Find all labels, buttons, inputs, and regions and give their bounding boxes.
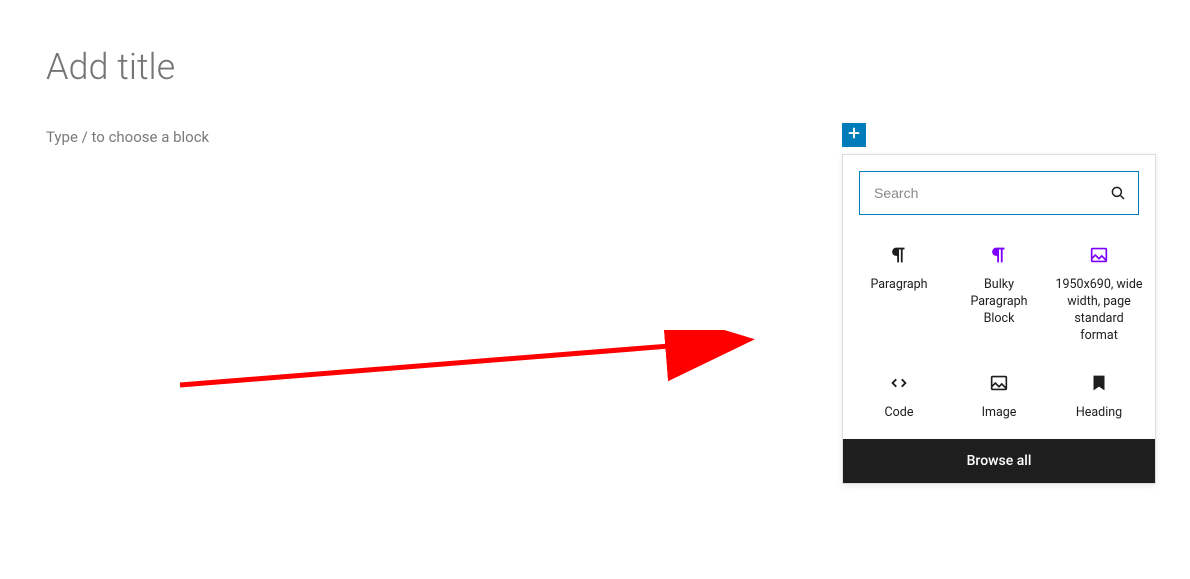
- block-label: Code: [885, 405, 914, 422]
- pilcrow-icon: [887, 243, 911, 267]
- bookmark-icon: [1087, 371, 1111, 395]
- image-icon: [1087, 243, 1111, 267]
- pilcrow-icon: [987, 243, 1011, 267]
- block-label: Image: [982, 405, 1017, 422]
- browse-all-button[interactable]: Browse all: [843, 439, 1155, 483]
- title-input[interactable]: [46, 46, 746, 88]
- block-item[interactable]: Image: [949, 359, 1049, 432]
- block-item[interactable]: 1950x690, wide width, page standard form…: [1049, 231, 1149, 355]
- annotation-arrow: [180, 330, 770, 400]
- block-label: Paragraph: [870, 277, 927, 294]
- block-placeholder-hint[interactable]: Type / to choose a block: [46, 128, 209, 146]
- plus-icon: [845, 124, 863, 146]
- block-item[interactable]: Code: [849, 359, 949, 432]
- add-block-button[interactable]: [842, 123, 866, 147]
- search-box: [859, 171, 1139, 215]
- block-item[interactable]: Paragraph: [849, 231, 949, 355]
- search-input[interactable]: [860, 172, 1098, 214]
- block-label: Bulky Paragraph Block: [955, 277, 1043, 328]
- block-item[interactable]: Heading: [1049, 359, 1149, 432]
- image-icon: [987, 371, 1011, 395]
- block-label: 1950x690, wide width, page standard form…: [1055, 277, 1143, 345]
- search-icon: [1098, 184, 1138, 202]
- code-icon: [887, 371, 911, 395]
- block-label: Heading: [1076, 405, 1122, 422]
- block-item[interactable]: Bulky Paragraph Block: [949, 231, 1049, 355]
- block-inserter-panel: Paragraph Bulky Paragraph Block1950x690, …: [842, 154, 1156, 484]
